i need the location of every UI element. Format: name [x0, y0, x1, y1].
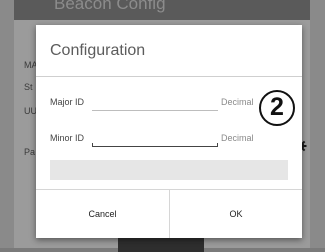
minor-id-unit: Decimal: [221, 133, 254, 143]
minor-id-underline-left: [92, 143, 93, 147]
app-title: Beacon Config: [54, 0, 166, 13]
bg-label-st: St: [24, 82, 33, 92]
dialog-title-divider: [36, 76, 302, 77]
minor-id-label: Minor ID: [50, 133, 85, 143]
bg-bottom-button: [118, 238, 204, 252]
minor-id-input[interactable]: [92, 132, 218, 147]
configuration-dialog: Configuration Major ID Decimal Minor ID …: [36, 25, 302, 238]
dialog-title: Configuration: [50, 42, 146, 59]
minor-id-underline-right: [217, 143, 218, 147]
major-id-unit: Decimal: [221, 97, 254, 107]
status-bar: [50, 160, 288, 180]
major-id-input[interactable]: [92, 96, 218, 111]
cancel-button[interactable]: Cancel: [36, 190, 169, 238]
major-id-label: Major ID: [50, 97, 85, 107]
bg-label-pa: Pa: [24, 147, 36, 157]
step-number-callout: 2: [259, 90, 295, 126]
app-bar: Beacon Config: [14, 0, 310, 20]
ok-button[interactable]: OK: [170, 190, 302, 238]
